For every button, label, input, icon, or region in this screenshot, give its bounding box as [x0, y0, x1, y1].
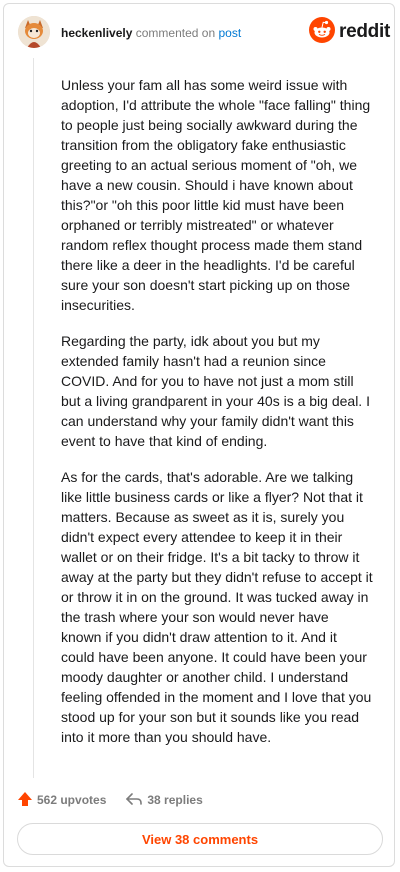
reply-arrow-icon — [125, 791, 143, 810]
comment-paragraph: As for the cards, that's adorable. Are w… — [61, 469, 373, 745]
comment-paragraph: Unless your fam all has some weird issue… — [61, 77, 371, 313]
reddit-alien-icon — [309, 16, 335, 48]
view-comments-button[interactable]: View 38 comments — [17, 823, 383, 855]
upvote-count: 562 upvotes — [37, 793, 107, 807]
action-text: commented on — [135, 26, 216, 40]
reddit-logo[interactable]: reddit — [309, 16, 390, 48]
post-link[interactable]: post — [218, 26, 241, 40]
upvote-arrow-icon — [17, 791, 33, 810]
comment-actions: 562 upvotes 38 replies — [17, 790, 203, 810]
thread-line[interactable] — [33, 58, 34, 778]
comment-body: Unless your fam all has some weird issue… — [61, 75, 373, 763]
username-link[interactable]: heckenlively — [61, 26, 132, 40]
replies-button[interactable]: 38 replies — [125, 791, 203, 810]
avatar[interactable] — [18, 16, 50, 48]
brand-name: reddit — [339, 21, 390, 42]
upvote-button[interactable]: 562 upvotes — [17, 791, 106, 810]
reply-count: 38 replies — [147, 793, 203, 807]
comment-paragraph: Regarding the party, idk about you but m… — [61, 333, 370, 449]
comment-header: heckenlively commented on post — [61, 26, 241, 40]
